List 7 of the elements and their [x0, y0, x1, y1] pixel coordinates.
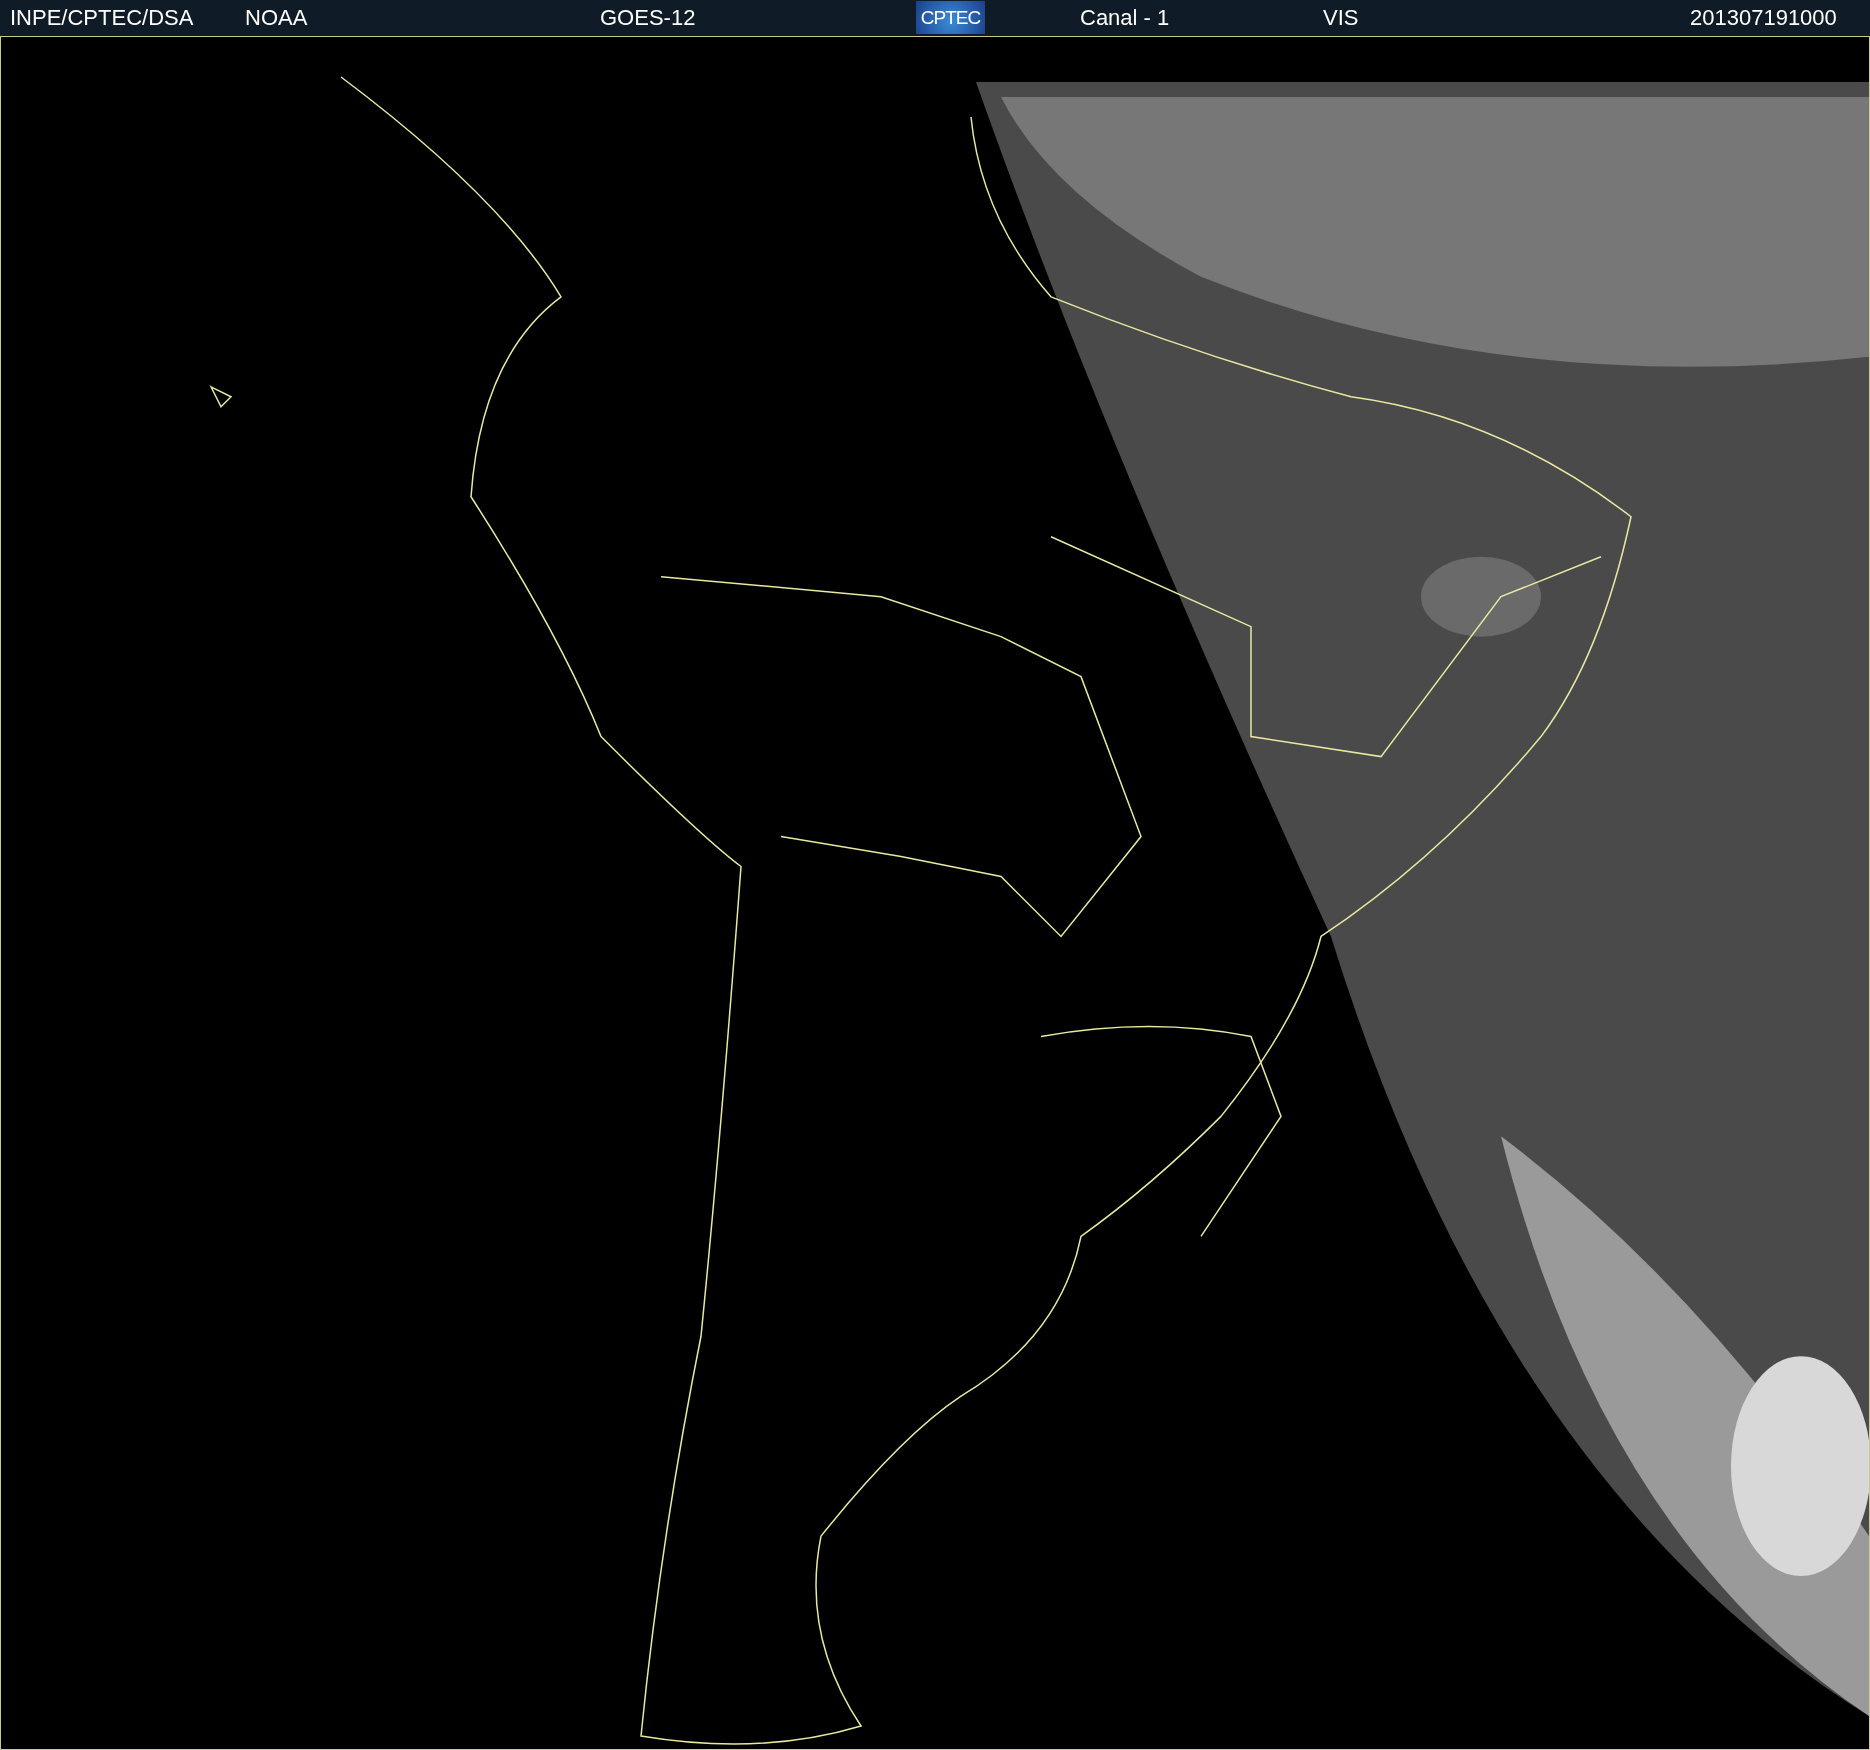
header-label: INPE/CPTEC/DSA: [10, 5, 194, 31]
header-label: NOAA: [245, 5, 308, 31]
header-label: 201307191000: [1690, 5, 1837, 31]
header-label: Canal - 1: [1080, 5, 1170, 31]
header-label: GOES-12: [600, 5, 696, 31]
logo: CPTEC: [916, 1, 985, 34]
header-label: VIS: [1323, 5, 1359, 31]
